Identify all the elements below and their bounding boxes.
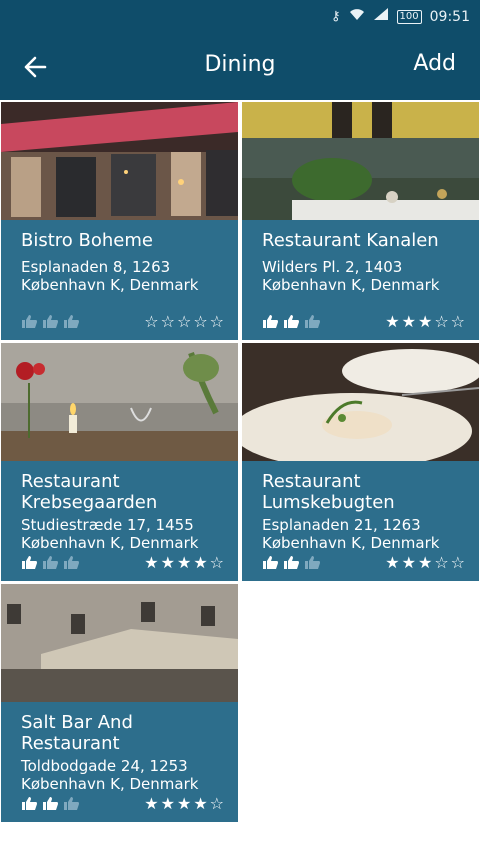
restaurant-city: København K, Denmark [262, 276, 440, 294]
restaurant-name: Restaurant Kanalen [262, 230, 439, 251]
card-footer: ☆☆☆☆☆ [21, 311, 226, 331]
restaurant-photo [1, 343, 238, 461]
rating-stars: ★★★☆☆ [385, 311, 467, 331]
thumbs-up-icon [22, 555, 37, 569]
restaurant-address: Wilders Pl. 2, 1403 [262, 258, 403, 276]
restaurant-address: Esplanaden 8, 1263 [21, 258, 171, 276]
restaurant-city: København K, Denmark [21, 534, 199, 552]
restaurant-address: Toldbodgade 24, 1253 [21, 757, 188, 775]
restaurant-address: Studiestræde 17, 1455 [21, 516, 194, 534]
restaurant-card[interactable]: Salt Bar And Restaurant Toldbodgade 24, … [1, 584, 238, 822]
status-icons: ⚷ 100 09:51 [331, 7, 470, 26]
restaurant-card[interactable]: Restaurant Kanalen Wilders Pl. 2, 1403 K… [242, 102, 479, 340]
clock: 09:51 [429, 8, 470, 25]
price-level [21, 555, 80, 570]
rating-stars: ★★★★☆ [144, 552, 226, 572]
price-level [21, 314, 80, 329]
thumbs-up-icon [43, 555, 58, 569]
thumbs-up-icon [305, 555, 320, 569]
thumbs-up-icon [64, 796, 79, 810]
card-footer: ★★★★☆ [21, 552, 226, 572]
status-bar: ⚷ 100 09:51 [0, 0, 480, 32]
price-level [262, 555, 321, 570]
card-footer: ★★★★☆ [21, 793, 226, 813]
restaurant-card[interactable]: Restaurant Krebsegaarden Studiestræde 17… [1, 343, 238, 581]
thumbs-up-icon [305, 314, 320, 328]
card-footer: ★★★☆☆ [262, 552, 467, 572]
restaurant-name: Restaurant Krebsegaarden [21, 471, 158, 513]
thumbs-up-icon [284, 555, 299, 569]
card-info: Salt Bar And Restaurant Toldbodgade 24, … [1, 702, 238, 822]
rating-stars: ★★★★☆ [144, 793, 226, 813]
restaurant-card[interactable]: Bistro Boheme Esplanaden 8, 1263 Københa… [1, 102, 238, 340]
restaurant-photo [242, 102, 479, 220]
rating-stars: ★★★☆☆ [385, 552, 467, 572]
thumbs-up-icon [22, 796, 37, 810]
thumbs-up-icon [263, 314, 278, 328]
restaurant-city: København K, Denmark [21, 276, 199, 294]
price-level [262, 314, 321, 329]
restaurant-photo [1, 584, 238, 702]
page-title: Dining [204, 52, 276, 77]
app-bar: Dining Add [0, 32, 480, 100]
signal-icon [373, 7, 389, 26]
thumbs-up-icon [64, 314, 79, 328]
thumbs-up-icon [284, 314, 299, 328]
add-button[interactable]: Add [413, 51, 456, 76]
restaurant-name: Restaurant Lumskebugten [262, 471, 395, 513]
restaurant-city: København K, Denmark [21, 775, 199, 793]
card-info: Restaurant Kanalen Wilders Pl. 2, 1403 K… [242, 220, 479, 340]
card-info: Bistro Boheme Esplanaden 8, 1263 Københa… [1, 220, 238, 340]
thumbs-up-icon [22, 314, 37, 328]
card-info: Restaurant Lumskebugten Esplanaden 21, 1… [242, 461, 479, 581]
restaurant-photo [242, 343, 479, 461]
key-icon: ⚷ [331, 8, 341, 24]
restaurant-name: Salt Bar And Restaurant [21, 712, 133, 754]
thumbs-up-icon [263, 555, 278, 569]
thumbs-up-icon [43, 314, 58, 328]
thumbs-up-icon [64, 555, 79, 569]
card-footer: ★★★☆☆ [262, 311, 467, 331]
price-level [21, 796, 80, 811]
restaurant-photo [1, 102, 238, 220]
rating-stars: ☆☆☆☆☆ [144, 311, 226, 331]
card-info: Restaurant Krebsegaarden Studiestræde 17… [1, 461, 238, 581]
thumbs-up-icon [43, 796, 58, 810]
restaurant-address: Esplanaden 21, 1263 [262, 516, 421, 534]
restaurant-city: København K, Denmark [262, 534, 440, 552]
wifi-icon [349, 7, 365, 26]
restaurant-card[interactable]: Restaurant Lumskebugten Esplanaden 21, 1… [242, 343, 479, 581]
battery-icon: 100 [396, 9, 422, 24]
restaurant-name: Bistro Boheme [21, 230, 153, 251]
